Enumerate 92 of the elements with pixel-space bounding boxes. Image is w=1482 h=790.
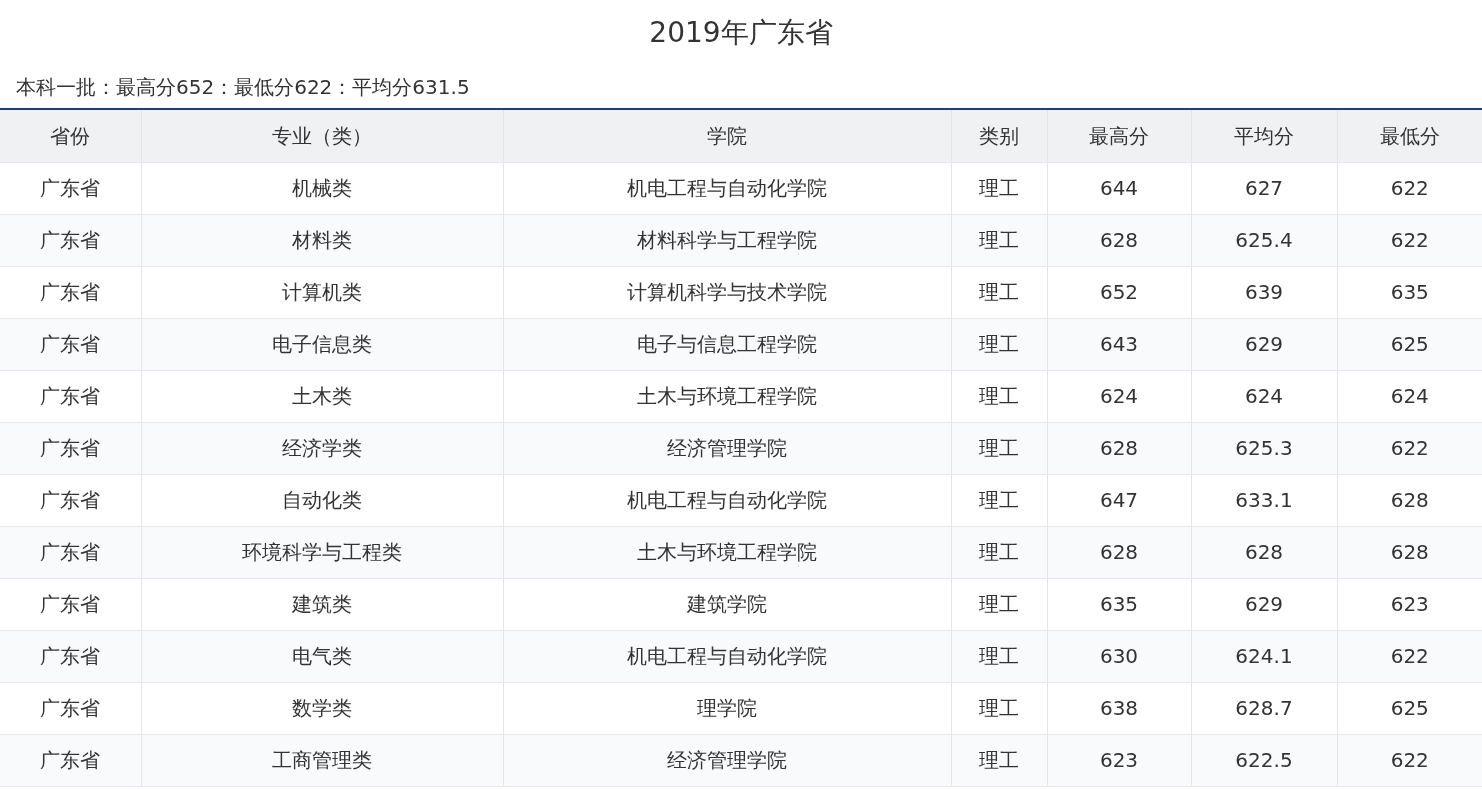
table-cell: 理工 [951, 474, 1047, 526]
table-cell: 理工 [951, 370, 1047, 422]
table-cell: 经济管理学院 [503, 734, 951, 786]
table-cell: 623 [1047, 734, 1191, 786]
table-cell: 622 [1337, 630, 1482, 682]
table-cell: 630 [1047, 630, 1191, 682]
table-cell: 625 [1337, 318, 1482, 370]
table-cell: 理工 [951, 630, 1047, 682]
table-cell: 广东省 [0, 266, 141, 318]
table-cell: 计算机科学与技术学院 [503, 266, 951, 318]
table-cell: 广东省 [0, 214, 141, 266]
table-cell: 理工 [951, 162, 1047, 214]
table-cell: 电子信息类 [141, 318, 503, 370]
table-cell: 628 [1047, 214, 1191, 266]
table-cell: 633.1 [1191, 474, 1337, 526]
table-cell: 622 [1337, 734, 1482, 786]
table-cell: 622.5 [1191, 734, 1337, 786]
table-cell: 理学院 [503, 682, 951, 734]
column-header: 最高分 [1047, 110, 1191, 162]
table-cell: 理工 [951, 422, 1047, 474]
table-cell: 624.1 [1191, 630, 1337, 682]
table-cell: 计算机类 [141, 266, 503, 318]
table-cell: 625.4 [1191, 214, 1337, 266]
table-cell: 广东省 [0, 734, 141, 786]
table-cell: 652 [1047, 266, 1191, 318]
table-cell: 624 [1337, 370, 1482, 422]
table-cell: 建筑类 [141, 578, 503, 630]
table-cell: 理工 [951, 214, 1047, 266]
table-cell: 622 [1337, 162, 1482, 214]
table-cell: 建筑学院 [503, 578, 951, 630]
table-cell: 电子与信息工程学院 [503, 318, 951, 370]
table-cell: 625.3 [1191, 422, 1337, 474]
table-cell: 理工 [951, 578, 1047, 630]
column-header: 专业（类） [141, 110, 503, 162]
table-cell: 628 [1191, 526, 1337, 578]
table-cell: 电气类 [141, 630, 503, 682]
table-cell: 广东省 [0, 422, 141, 474]
table-cell: 经济学类 [141, 422, 503, 474]
table-cell: 广东省 [0, 578, 141, 630]
table-cell: 土木类 [141, 370, 503, 422]
table-cell: 639 [1191, 266, 1337, 318]
table-cell: 635 [1047, 578, 1191, 630]
table-cell: 材料科学与工程学院 [503, 214, 951, 266]
table-cell: 644 [1047, 162, 1191, 214]
table-cell: 629 [1191, 318, 1337, 370]
table-cell: 理工 [951, 318, 1047, 370]
table-cell: 广东省 [0, 630, 141, 682]
table-cell: 628 [1047, 526, 1191, 578]
table-cell: 广东省 [0, 526, 141, 578]
table-cell: 622 [1337, 422, 1482, 474]
table-cell: 628 [1047, 422, 1191, 474]
table-cell: 广东省 [0, 474, 141, 526]
table-cell: 624 [1047, 370, 1191, 422]
table-cell: 623 [1337, 578, 1482, 630]
table-cell: 广东省 [0, 162, 141, 214]
table-cell: 理工 [951, 526, 1047, 578]
page-title: 2019年广东省 [648, 15, 834, 52]
table-cell: 广东省 [0, 318, 141, 370]
table-cell: 635 [1337, 266, 1482, 318]
column-header: 学院 [503, 110, 951, 162]
table-cell: 638 [1047, 682, 1191, 734]
table-cell: 广东省 [0, 682, 141, 734]
table-cell: 理工 [951, 266, 1047, 318]
table-cell: 自动化类 [141, 474, 503, 526]
table-cell: 624 [1191, 370, 1337, 422]
table-cell: 643 [1047, 318, 1191, 370]
table-cell: 机电工程与自动化学院 [503, 162, 951, 214]
table-cell: 628 [1337, 474, 1482, 526]
table-cell: 机械类 [141, 162, 503, 214]
column-header: 平均分 [1191, 110, 1337, 162]
table-cell: 628 [1337, 526, 1482, 578]
table-cell: 机电工程与自动化学院 [503, 474, 951, 526]
column-header: 类别 [951, 110, 1047, 162]
table-cell: 622 [1337, 214, 1482, 266]
table-cell: 环境科学与工程类 [141, 526, 503, 578]
table-cell: 理工 [951, 682, 1047, 734]
table-cell: 628.7 [1191, 682, 1337, 734]
table-cell: 土木与环境工程学院 [503, 526, 951, 578]
table-cell: 629 [1191, 578, 1337, 630]
table-cell: 工商管理类 [141, 734, 503, 786]
table-cell: 625 [1337, 682, 1482, 734]
column-header: 最低分 [1337, 110, 1482, 162]
table-cell: 土木与环境工程学院 [503, 370, 951, 422]
table-cell: 627 [1191, 162, 1337, 214]
table-cell: 经济管理学院 [503, 422, 951, 474]
table-cell: 广东省 [0, 370, 141, 422]
table-cell: 机电工程与自动化学院 [503, 630, 951, 682]
table-cell: 647 [1047, 474, 1191, 526]
table-cell: 数学类 [141, 682, 503, 734]
table-cell: 材料类 [141, 214, 503, 266]
column-header: 省份 [0, 110, 141, 162]
table-cell: 理工 [951, 734, 1047, 786]
